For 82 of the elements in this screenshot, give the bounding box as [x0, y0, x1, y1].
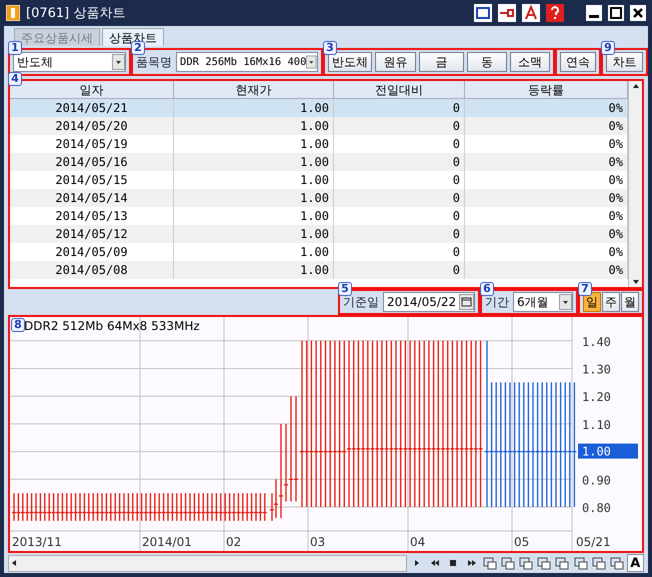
- table-cell: 0: [334, 99, 465, 117]
- table-cell: 2014/05/21: [10, 99, 174, 117]
- minimize-icon[interactable]: [586, 5, 602, 21]
- table-cell: 0%: [465, 189, 628, 207]
- chart-title: DDR2 512Mb 64Mx8 533MHz: [24, 319, 200, 333]
- column-header[interactable]: 등락률: [465, 81, 628, 99]
- table-cell: 0: [334, 225, 465, 243]
- category-button[interactable]: 반도체: [328, 52, 372, 72]
- item-dropdown[interactable]: DDR 256Mb 16Mx16 400: [176, 52, 318, 72]
- axis-label: 05: [514, 535, 530, 549]
- interval-button[interactable]: 주: [602, 292, 620, 312]
- axis-label: 0.80: [582, 501, 611, 515]
- date-field[interactable]: 2014/05/22: [383, 292, 475, 312]
- axis-label: 05/21: [576, 535, 611, 549]
- table-cell: 0: [334, 261, 465, 279]
- pin-icon[interactable]: [498, 4, 516, 22]
- category-button[interactable]: 동: [467, 52, 507, 72]
- category-button[interactable]: 소맥: [510, 52, 550, 72]
- axis-label: 1.30: [582, 362, 611, 376]
- font-button[interactable]: A: [626, 554, 644, 572]
- help-icon[interactable]: [546, 4, 564, 22]
- category-dropdown[interactable]: 반도체: [13, 52, 126, 72]
- marker-badge: 5: [338, 282, 352, 296]
- table-cell: 0%: [465, 261, 628, 279]
- axis-label: 03: [310, 535, 326, 549]
- table-cell: 2014/05/12: [10, 225, 174, 243]
- window-icon[interactable]: [474, 4, 492, 22]
- font-icon[interactable]: [522, 4, 540, 22]
- table-cell: 0: [334, 153, 465, 171]
- table-cell: 1.00: [174, 225, 334, 243]
- axis-label: 1.40: [582, 334, 611, 349]
- marker-badge: 7: [578, 282, 592, 296]
- marker-badge: 3: [323, 41, 337, 55]
- table-cell: 0: [334, 117, 465, 135]
- axis-label: 2013/11: [12, 535, 62, 549]
- axis-label: 1.20: [582, 390, 611, 404]
- table-cell: 1.00: [174, 99, 334, 117]
- axis-label: 04: [410, 535, 426, 549]
- table-cell: 2014/05/14: [10, 189, 174, 207]
- column-header[interactable]: 전일대비: [334, 81, 465, 99]
- horizontal-scrollbar[interactable]: [8, 554, 408, 572]
- field-label: 기간: [485, 294, 509, 310]
- table-cell: 2014/05/08: [10, 261, 174, 279]
- app-icon: [6, 5, 20, 21]
- column-header[interactable]: 현재가: [174, 81, 334, 99]
- continuous-button[interactable]: 연속: [560, 52, 596, 72]
- table-cell: 1.00: [174, 153, 334, 171]
- table-cell: 1.00: [174, 261, 334, 279]
- table-cell: 1.00: [174, 189, 334, 207]
- axis-label: 0.90: [582, 473, 611, 488]
- vertical-scrollbar[interactable]: [628, 81, 642, 287]
- marker-badge: 4: [8, 72, 22, 86]
- table-cell: 0%: [465, 117, 628, 135]
- close-icon[interactable]: [630, 5, 646, 21]
- table-cell: 0%: [465, 99, 628, 117]
- marker-badge: 2: [131, 41, 145, 55]
- interval-button[interactable]: 일: [583, 292, 601, 312]
- current-price-marker: 1.00: [578, 444, 638, 459]
- marker-badge: 9: [601, 41, 615, 55]
- axis-label: 1.10: [582, 418, 611, 432]
- table-cell: 0%: [465, 225, 628, 243]
- marker-badge: 6: [480, 282, 494, 296]
- axis-label: 02: [226, 535, 242, 549]
- category-button[interactable]: 원유: [375, 52, 416, 72]
- category-button[interactable]: 금: [419, 52, 464, 72]
- chart-button[interactable]: 차트: [606, 52, 643, 72]
- interval-button[interactable]: 월: [621, 292, 639, 312]
- maximize-icon[interactable]: [608, 5, 624, 21]
- calendar-icon[interactable]: [459, 294, 474, 310]
- period-dropdown[interactable]: 6개월: [513, 292, 573, 312]
- table-cell: 1.00: [174, 117, 334, 135]
- field-label: 품목명: [136, 54, 172, 70]
- column-header[interactable]: 일자: [10, 81, 174, 99]
- field-label: 기준일: [343, 294, 379, 310]
- marker-badge: 1: [8, 41, 22, 55]
- table-cell: 2014/05/16: [10, 153, 174, 171]
- axis-label: 2014/01: [142, 535, 192, 549]
- table-cell: 2014/05/20: [10, 117, 174, 135]
- table-cell: 0%: [465, 153, 628, 171]
- table-cell: 0: [334, 189, 465, 207]
- marker-badge: 8: [11, 318, 25, 332]
- window-title: [0761] 상품차트: [26, 5, 126, 22]
